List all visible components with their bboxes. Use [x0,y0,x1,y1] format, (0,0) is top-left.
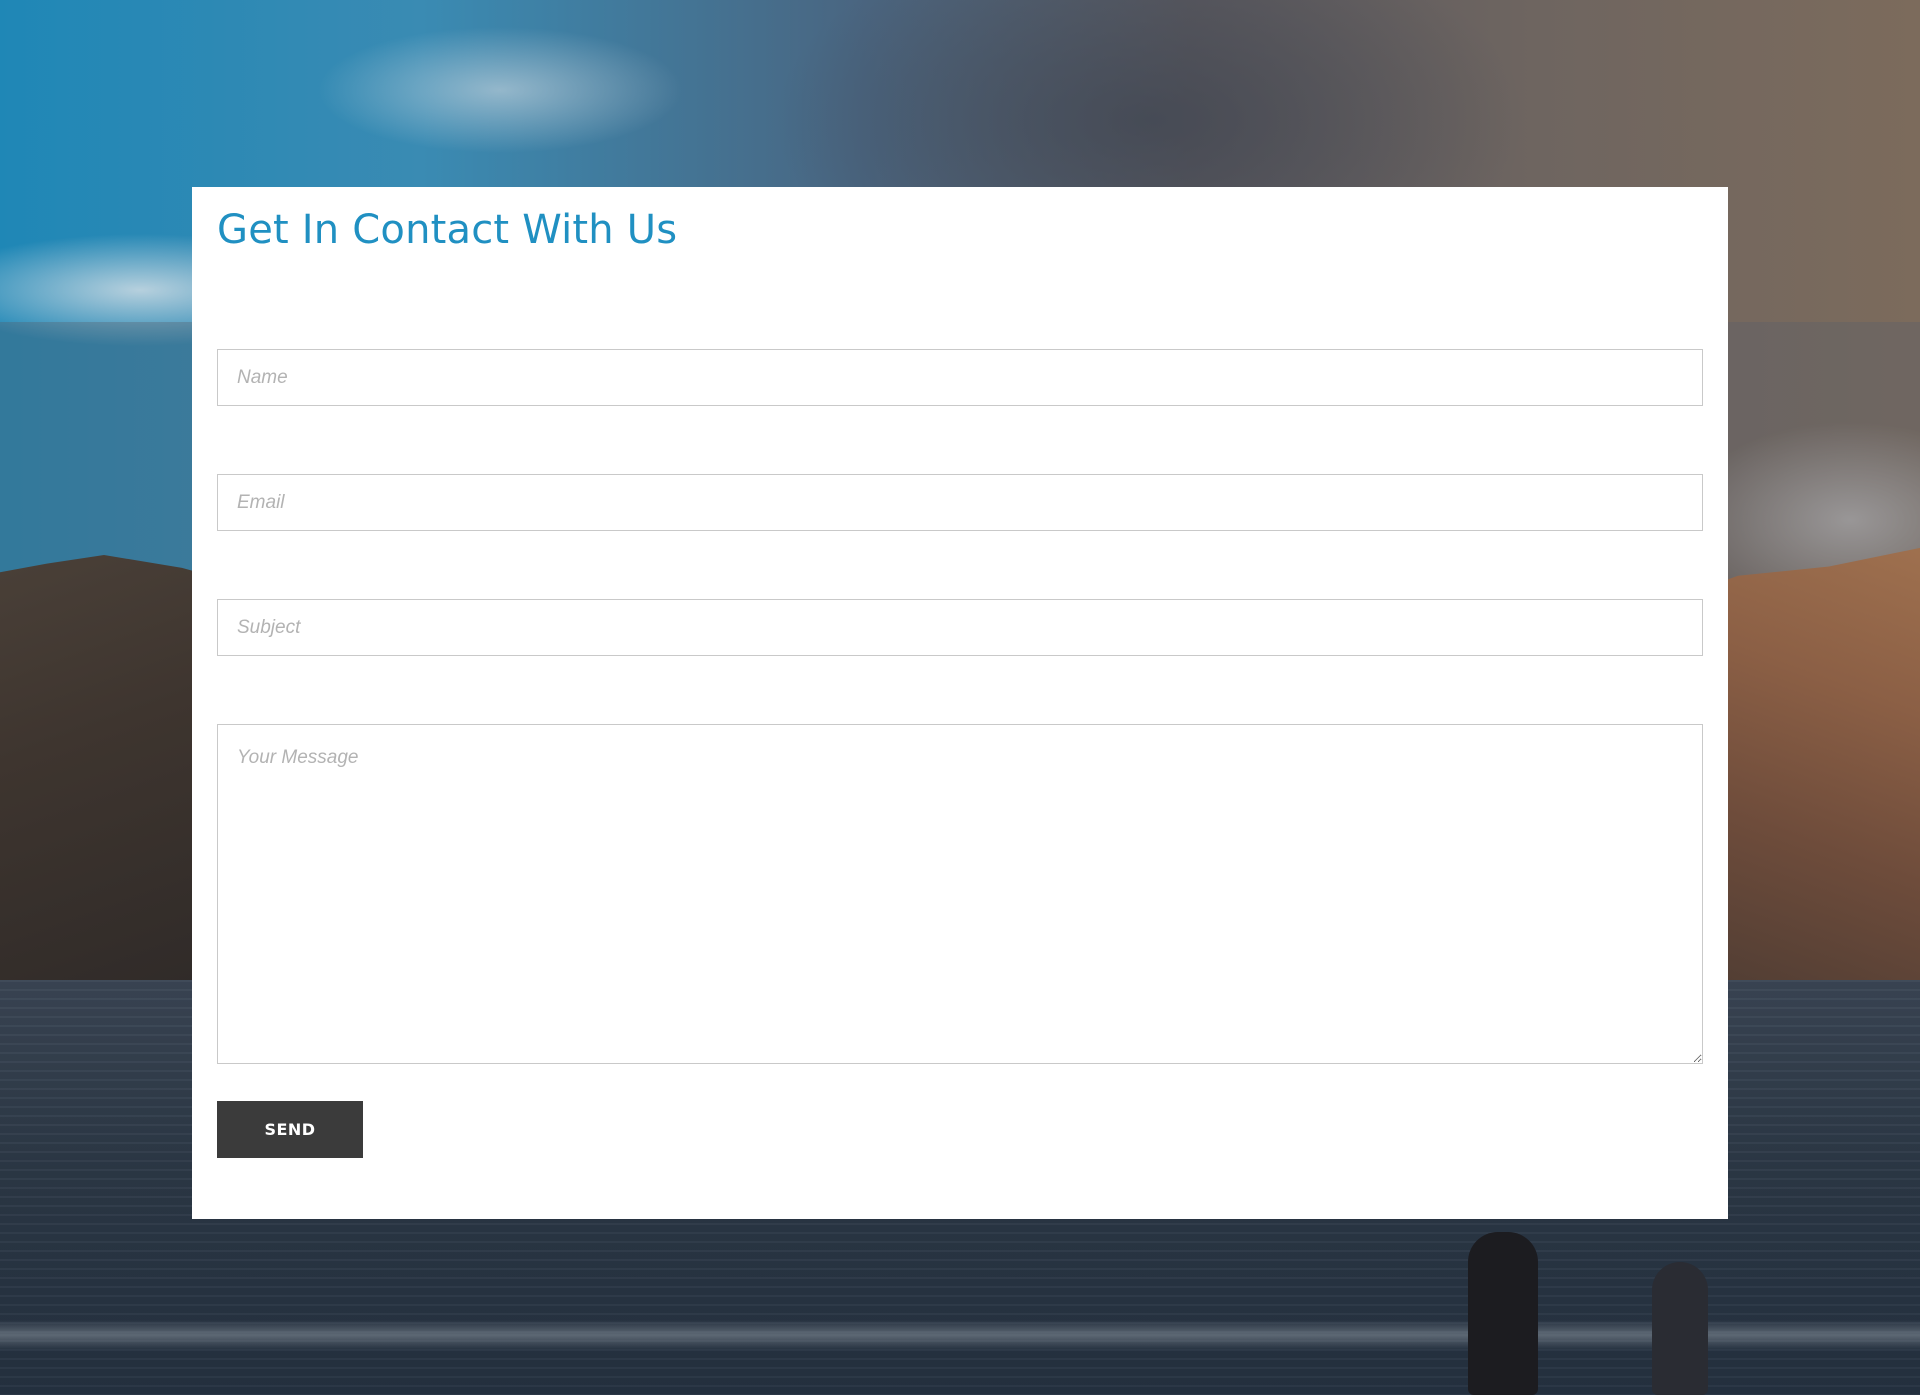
person-silhouette [1468,1232,1538,1395]
wave-foam [0,1320,1920,1350]
send-button[interactable]: SEND [217,1101,363,1158]
contact-form-card: Get In Contact With Us SEND [192,187,1728,1219]
message-textarea[interactable] [217,724,1703,1064]
name-input[interactable] [217,349,1703,406]
subject-input[interactable] [217,599,1703,656]
child-silhouette [1652,1262,1708,1395]
email-input[interactable] [217,474,1703,531]
contact-form-title: Get In Contact With Us [217,207,678,253]
